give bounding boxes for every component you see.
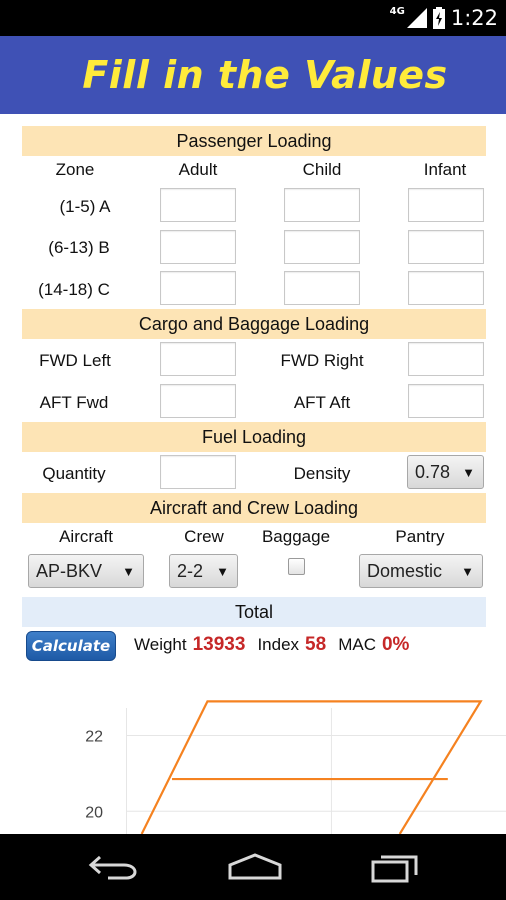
infant-column-header: Infant	[423, 160, 467, 179]
pantry-select[interactable]: Domestic ▼	[359, 554, 483, 588]
aircraft-label: Aircraft	[59, 527, 113, 546]
fuel-loading-header: Fuel Loading	[22, 422, 486, 452]
density-label: Density	[293, 464, 351, 483]
passenger-loading-header: Passenger Loading	[22, 126, 486, 156]
chart-y-tick-label: 20	[85, 804, 103, 821]
pantry-value: Domestic	[367, 560, 443, 581]
mac-label: MAC	[338, 635, 376, 654]
status-bar: 4G 1:22	[0, 0, 506, 36]
baggage-label: Baggage	[261, 527, 331, 546]
zone-a-label: (1-5) A	[59, 197, 111, 216]
section-title: Fuel Loading	[201, 426, 307, 447]
quantity-label: Quantity	[42, 464, 106, 483]
aircraft-select[interactable]: AP-BKV ▼	[28, 554, 144, 588]
zone-c-child-input[interactable]	[284, 271, 360, 305]
density-value: 0.78	[415, 461, 451, 482]
adult-column-header: Adult	[178, 160, 218, 179]
page-title: Fill in the Values	[82, 53, 448, 97]
aft-fwd-input[interactable]	[160, 384, 236, 418]
zone-b-label: (6-13) B	[48, 238, 110, 257]
crew-label: Crew	[184, 527, 224, 546]
totals-readout: Weight 13933 Index 58 MAC 0%	[134, 634, 415, 656]
chart-y-tick-label: 22	[85, 728, 103, 745]
crew-loading-header: Aircraft and Crew Loading	[22, 493, 486, 523]
baggage-checkbox[interactable]	[288, 558, 305, 575]
zone-c-adult-input[interactable]	[160, 271, 236, 305]
recent-apps-icon[interactable]	[370, 853, 420, 883]
aircraft-value: AP-BKV	[36, 560, 103, 581]
zone-b-infant-input[interactable]	[408, 230, 484, 264]
total-header: Total	[22, 597, 486, 627]
signal-icon	[406, 8, 427, 28]
app-header: Fill in the Values	[0, 36, 506, 114]
calculate-button[interactable]: Calculate	[26, 631, 116, 661]
zone-c-label: (14-18) C	[38, 280, 110, 299]
battery-icon	[432, 7, 445, 29]
mac-value: 0%	[381, 634, 410, 655]
index-label: Index	[257, 635, 300, 654]
zone-column-header: Zone	[55, 160, 95, 179]
home-icon[interactable]	[227, 853, 283, 881]
status-icons: 4G 1:22	[390, 0, 498, 36]
pantry-label: Pantry	[395, 527, 445, 546]
clock: 1:22	[450, 6, 498, 30]
zone-c-infant-input[interactable]	[408, 271, 484, 305]
fuel-quantity-input[interactable]	[160, 455, 236, 489]
section-title: Total	[234, 601, 274, 622]
weight-value: 13933	[192, 634, 246, 655]
crew-value: 2-2	[177, 560, 204, 581]
aft-aft-input[interactable]	[408, 384, 484, 418]
fwd-right-label: FWD Right	[280, 351, 364, 370]
section-title: Cargo and Baggage Loading	[138, 313, 370, 334]
dropdown-arrow-icon: ▼	[461, 564, 474, 579]
aft-fwd-label: AFT Fwd	[39, 393, 109, 412]
child-column-header: Child	[302, 160, 342, 179]
density-select[interactable]: 0.78 ▼	[407, 455, 484, 489]
section-title: Passenger Loading	[176, 130, 332, 151]
section-title: Aircraft and Crew Loading	[149, 497, 359, 518]
zone-a-child-input[interactable]	[284, 188, 360, 222]
fwd-left-input[interactable]	[160, 342, 236, 376]
network-type: 4G	[389, 5, 405, 17]
navigation-bar	[0, 834, 506, 900]
dropdown-arrow-icon: ▼	[122, 564, 135, 579]
aft-aft-label: AFT Aft	[293, 393, 351, 412]
zone-a-adult-input[interactable]	[160, 188, 236, 222]
fwd-left-label: FWD Left	[39, 351, 111, 370]
cg-envelope-chart: 22 20	[85, 700, 506, 834]
crew-select[interactable]: 2-2 ▼	[169, 554, 238, 588]
zone-a-infant-input[interactable]	[408, 188, 484, 222]
cargo-loading-header: Cargo and Baggage Loading	[22, 309, 486, 339]
index-value: 58	[305, 634, 327, 655]
dropdown-arrow-icon: ▼	[216, 564, 229, 579]
back-icon[interactable]	[88, 853, 140, 881]
fwd-right-input[interactable]	[408, 342, 484, 376]
weight-label: Weight	[134, 635, 187, 654]
zone-b-adult-input[interactable]	[160, 230, 236, 264]
dropdown-arrow-icon: ▼	[462, 465, 475, 480]
chart-series-line-1	[140, 700, 483, 834]
zone-b-child-input[interactable]	[284, 230, 360, 264]
calculate-label: Calculate	[31, 637, 111, 655]
